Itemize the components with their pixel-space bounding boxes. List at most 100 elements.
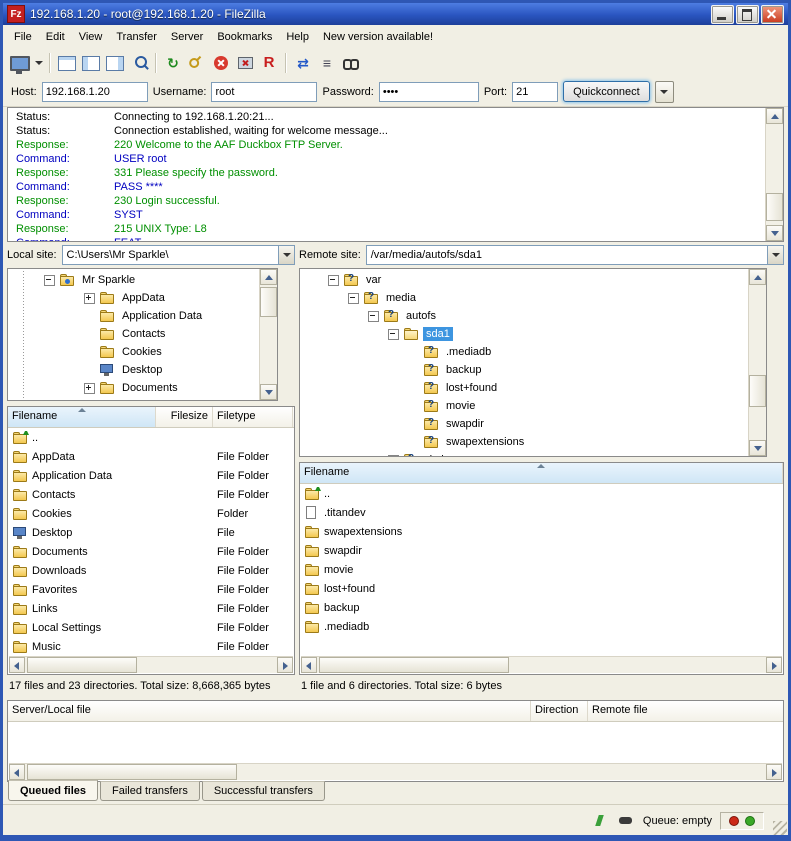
scroll-thumb[interactable]: [749, 375, 766, 407]
scroll-up-button[interactable]: [766, 108, 783, 124]
port-input[interactable]: [512, 82, 558, 102]
file-row[interactable]: Documents File Folder: [8, 542, 294, 561]
file-row[interactable]: swapextensions: [300, 522, 783, 541]
expand-toggle[interactable]: [84, 293, 95, 304]
file-row[interactable]: lost+found: [300, 579, 783, 598]
scroll-up-button[interactable]: [749, 269, 766, 285]
column-header-filename[interactable]: Filename: [300, 463, 783, 483]
local-tree-scrollbar[interactable]: [259, 269, 277, 400]
file-row[interactable]: ..: [300, 484, 783, 503]
tree-item[interactable]: ? movie: [300, 397, 748, 415]
refresh-button[interactable]: ↻: [161, 52, 185, 74]
scroll-up-button[interactable]: [260, 269, 277, 285]
file-row[interactable]: .mediadb: [300, 617, 783, 636]
file-row[interactable]: ..: [8, 428, 294, 447]
resize-grip[interactable]: [773, 821, 787, 835]
scroll-right-button[interactable]: [277, 657, 293, 673]
menu-file[interactable]: File: [7, 28, 39, 46]
scroll-right-button[interactable]: [766, 657, 782, 673]
tree-item[interactable]: AppData: [8, 289, 259, 307]
cancel-button[interactable]: [209, 52, 233, 74]
menu-new-version[interactable]: New version available!: [316, 28, 440, 46]
tree-item[interactable]: Contacts: [8, 325, 259, 343]
column-header-filetype[interactable]: Filetype: [213, 407, 293, 427]
collapse-toggle[interactable]: [368, 311, 379, 322]
toggle-queue-button[interactable]: [127, 52, 151, 74]
menu-help[interactable]: Help: [279, 28, 316, 46]
quickconnect-button[interactable]: Quickconnect: [563, 81, 650, 102]
collapse-toggle[interactable]: [328, 275, 339, 286]
tree-item-selected[interactable]: sda1: [300, 325, 748, 343]
expand-toggle[interactable]: [388, 455, 399, 457]
disconnect-button[interactable]: [233, 52, 257, 74]
quickconnect-dropdown[interactable]: [655, 81, 674, 103]
site-manager-dropdown[interactable]: [32, 52, 45, 74]
scroll-left-button[interactable]: [9, 657, 25, 673]
column-header-direction[interactable]: Direction: [531, 701, 588, 721]
tab-queued-files[interactable]: Queued files: [8, 780, 98, 801]
collapse-toggle[interactable]: [44, 275, 55, 286]
filters-icon[interactable]: [617, 813, 635, 829]
column-header-filename[interactable]: Filename: [8, 407, 156, 427]
file-row[interactable]: Favorites File Folder: [8, 580, 294, 599]
tree-item[interactable]: Cookies: [8, 343, 259, 361]
toggle-remote-tree-button[interactable]: [103, 52, 127, 74]
remote-site-combo[interactable]: /var/media/autofs/sda1: [366, 245, 784, 265]
menu-server[interactable]: Server: [164, 28, 210, 46]
local-list-hscrollbar[interactable]: [9, 656, 293, 673]
column-header-remote-file[interactable]: Remote file: [588, 701, 783, 721]
minimize-button[interactable]: [711, 5, 734, 24]
tree-item[interactable]: ? lost+found: [300, 379, 748, 397]
toggle-local-tree-button[interactable]: [79, 52, 103, 74]
menu-bookmarks[interactable]: Bookmarks: [210, 28, 279, 46]
tree-item[interactable]: ? dvd: [300, 451, 748, 456]
tree-item[interactable]: ? media: [300, 289, 748, 307]
file-row[interactable]: Links File Folder: [8, 599, 294, 618]
tree-item[interactable]: Documents: [8, 379, 259, 397]
file-row[interactable]: Downloads File Folder: [8, 561, 294, 580]
scroll-left-button[interactable]: [301, 657, 317, 673]
scroll-left-button[interactable]: [9, 764, 25, 780]
find-files-button[interactable]: [339, 52, 363, 74]
tree-item[interactable]: ? .mediadb: [300, 343, 748, 361]
directory-comparison-button[interactable]: ≡: [315, 52, 339, 74]
sync-browsing-button[interactable]: ⇄: [291, 52, 315, 74]
close-button[interactable]: [761, 5, 784, 24]
column-header-filesize[interactable]: Filesize: [156, 407, 213, 427]
menu-transfer[interactable]: Transfer: [109, 28, 164, 46]
collapse-toggle[interactable]: [388, 329, 399, 340]
scroll-thumb[interactable]: [260, 287, 277, 317]
scroll-down-button[interactable]: [766, 225, 783, 241]
host-input[interactable]: [42, 82, 148, 102]
remote-list-hscrollbar[interactable]: [301, 656, 782, 673]
password-input[interactable]: [379, 82, 479, 102]
combo-dropdown-button[interactable]: [767, 246, 783, 264]
file-row[interactable]: Contacts File Folder: [8, 485, 294, 504]
tree-item[interactable]: Desktop: [8, 361, 259, 379]
speed-limit-icon[interactable]: [591, 813, 609, 829]
tree-item[interactable]: ? swapdir: [300, 415, 748, 433]
file-row[interactable]: backup: [300, 598, 783, 617]
collapse-toggle[interactable]: [348, 293, 359, 304]
column-header-server-local-file[interactable]: Server/Local file: [8, 701, 531, 721]
scroll-right-button[interactable]: [766, 764, 782, 780]
tab-successful-transfers[interactable]: Successful transfers: [202, 781, 325, 801]
maximize-button[interactable]: [736, 5, 759, 24]
scroll-down-button[interactable]: [260, 384, 277, 400]
tree-item[interactable]: ? autofs: [300, 307, 748, 325]
local-site-combo[interactable]: C:\Users\Mr Sparkle\: [62, 245, 295, 265]
file-row[interactable]: swapdir: [300, 541, 783, 560]
file-row[interactable]: AppData File Folder: [8, 447, 294, 466]
file-row[interactable]: Cookies Folder: [8, 504, 294, 523]
site-manager-button[interactable]: [8, 52, 32, 74]
scroll-down-button[interactable]: [749, 440, 766, 456]
tree-item[interactable]: ? backup: [300, 361, 748, 379]
file-row[interactable]: .titandev: [300, 503, 783, 522]
menu-view[interactable]: View: [72, 28, 110, 46]
file-row[interactable]: Music File Folder: [8, 637, 294, 656]
remote-tree-scrollbar[interactable]: [748, 269, 766, 456]
tab-failed-transfers[interactable]: Failed transfers: [100, 781, 200, 801]
toggle-log-button[interactable]: [55, 52, 79, 74]
scroll-thumb[interactable]: [27, 764, 237, 780]
tree-item[interactable]: Application Data: [8, 307, 259, 325]
